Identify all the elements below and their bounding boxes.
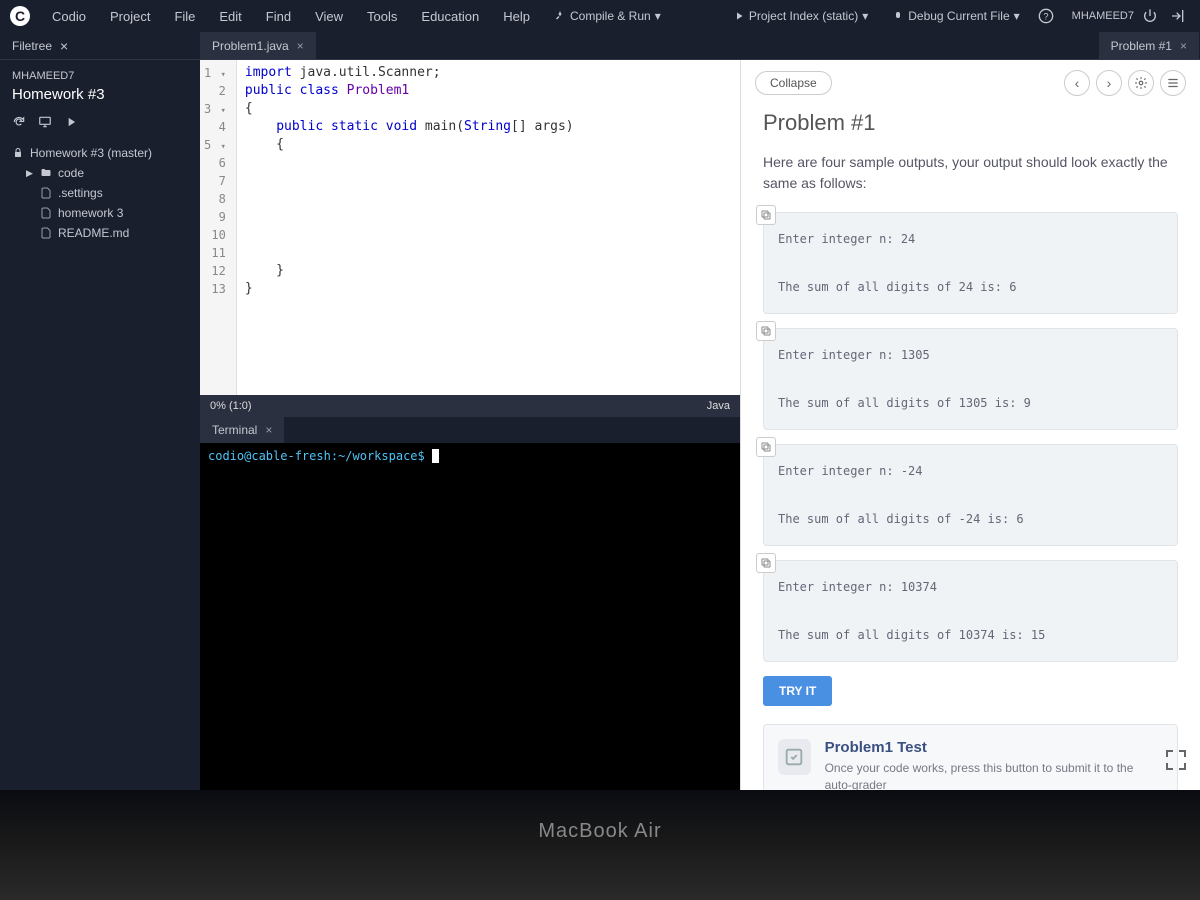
play-icon (733, 10, 745, 22)
sample-output-4: Enter integer n: 10374 The sum of all di… (763, 560, 1178, 662)
menu-codio[interactable]: Codio (42, 5, 96, 28)
cursor-position: 0% (1:0) (210, 400, 252, 412)
menu-tools[interactable]: Tools (357, 5, 407, 28)
test-icon (778, 739, 811, 775)
guide-tab[interactable]: Problem #1 × (1099, 32, 1200, 59)
chevron-down-icon: ▾ (862, 9, 868, 23)
tree-file-homework3[interactable]: homework 3 (0, 203, 200, 223)
filetree-header: Filetree × (0, 32, 200, 59)
menu-view[interactable]: View (305, 5, 353, 28)
chevron-down-icon: ▾ (655, 9, 661, 23)
svg-text:?: ? (1043, 11, 1048, 21)
refresh-icon[interactable] (12, 115, 26, 129)
file-icon (40, 227, 52, 239)
copy-icon[interactable] (756, 437, 776, 457)
line-gutter: 1 ▾23 ▾45 ▾678910111213 (200, 60, 237, 395)
tree-folder-code[interactable]: ▶ code (0, 163, 200, 183)
menu-find[interactable]: Find (256, 5, 301, 28)
monitor-icon[interactable] (38, 115, 52, 129)
try-it-button[interactable]: TRY IT (763, 676, 832, 706)
help-icon[interactable]: ? (1034, 4, 1058, 28)
rocket-icon (554, 10, 566, 22)
lock-icon (12, 147, 24, 159)
codio-logo[interactable]: C (10, 6, 30, 26)
guide-pane: Collapse ‹ › Problem #1 Here are four sa… (740, 60, 1200, 790)
close-icon[interactable]: × (1180, 39, 1187, 53)
copy-icon[interactable] (756, 205, 776, 225)
bug-icon (892, 10, 904, 22)
list-button[interactable] (1160, 70, 1186, 96)
laptop-bezel: MacBook Air (0, 790, 1200, 900)
sample-output-1: Enter integer n: 24 The sum of all digit… (763, 212, 1178, 314)
tree-root[interactable]: Homework #3 (master) (0, 143, 200, 163)
menu-education[interactable]: Education (411, 5, 489, 28)
close-icon[interactable]: × (265, 423, 272, 437)
guide-heading: Problem #1 (763, 110, 1178, 136)
test-title: Problem1 Test (825, 739, 1163, 756)
menu-edit[interactable]: Edit (209, 5, 251, 28)
terminal-prompt: codio@cable-fresh:~/workspace$ (208, 449, 432, 463)
language-mode[interactable]: Java (707, 400, 730, 412)
power-icon[interactable] (1138, 4, 1162, 28)
debug-current-button[interactable]: Debug Current File ▾ (882, 5, 1029, 27)
terminal[interactable]: codio@cable-fresh:~/workspace$ (200, 443, 740, 790)
project-index-button[interactable]: Project Index (static) ▾ (723, 5, 878, 27)
file-icon (40, 187, 52, 199)
gear-icon (1134, 76, 1148, 90)
test-card[interactable]: Problem1 Test Once your code works, pres… (763, 724, 1178, 790)
menu-project[interactable]: Project (100, 5, 160, 28)
editor-status-bar: 0% (1:0) Java (200, 395, 740, 417)
code-content[interactable]: import java.util.Scanner;public class Pr… (237, 60, 582, 395)
list-icon (1166, 76, 1180, 90)
test-description: Once your code works, press this button … (825, 760, 1163, 790)
file-icon (40, 207, 52, 219)
menu-file[interactable]: File (164, 5, 205, 28)
menu-help[interactable]: Help (493, 5, 540, 28)
editor-pane: 1 ▾23 ▾45 ▾678910111213 import java.util… (200, 60, 740, 790)
terminal-tab[interactable]: Terminal × (200, 417, 285, 443)
copy-icon[interactable] (756, 553, 776, 573)
chevron-down-icon: ▾ (1014, 9, 1020, 23)
terminal-cursor (432, 449, 439, 463)
fullscreen-icon[interactable] (1166, 750, 1186, 770)
prev-page-button[interactable]: ‹ (1064, 70, 1090, 96)
editor-tab[interactable]: Problem1.java × (200, 32, 317, 59)
settings-button[interactable] (1128, 70, 1154, 96)
username-label: MHAMEED7 (1072, 10, 1134, 22)
code-editor[interactable]: 1 ▾23 ▾45 ▾678910111213 import java.util… (200, 60, 740, 395)
exit-icon[interactable] (1166, 4, 1190, 28)
sample-output-3: Enter integer n: -24 The sum of all digi… (763, 444, 1178, 546)
folder-icon (40, 167, 52, 179)
sample-output-2: Enter integer n: 1305 The sum of all dig… (763, 328, 1178, 430)
collapse-button[interactable]: Collapse (755, 71, 832, 95)
play-icon[interactable] (64, 115, 78, 129)
project-title: Homework #3 (0, 86, 200, 115)
terminal-tabs: Terminal × (200, 417, 740, 443)
tree-file-readme[interactable]: README.md (0, 223, 200, 243)
tree-file-settings[interactable]: .settings (0, 183, 200, 203)
copy-icon[interactable] (756, 321, 776, 341)
filetree-sidebar: MHAMEED7 Homework #3 Homework #3 (master… (0, 60, 200, 790)
guide-intro: Here are four sample outputs, your outpu… (763, 152, 1178, 194)
chevron-right-icon: ▶ (26, 168, 34, 179)
close-icon[interactable]: × (297, 39, 304, 53)
next-page-button[interactable]: › (1096, 70, 1122, 96)
tabs-row: Filetree × Problem1.java × Problem #1 × (0, 32, 1200, 60)
menubar: C Codio Project File Edit Find View Tool… (0, 0, 1200, 32)
compile-run-button[interactable]: Compile & Run ▾ (544, 5, 671, 27)
sidebar-username: MHAMEED7 (0, 70, 200, 86)
close-icon[interactable]: × (60, 38, 68, 54)
